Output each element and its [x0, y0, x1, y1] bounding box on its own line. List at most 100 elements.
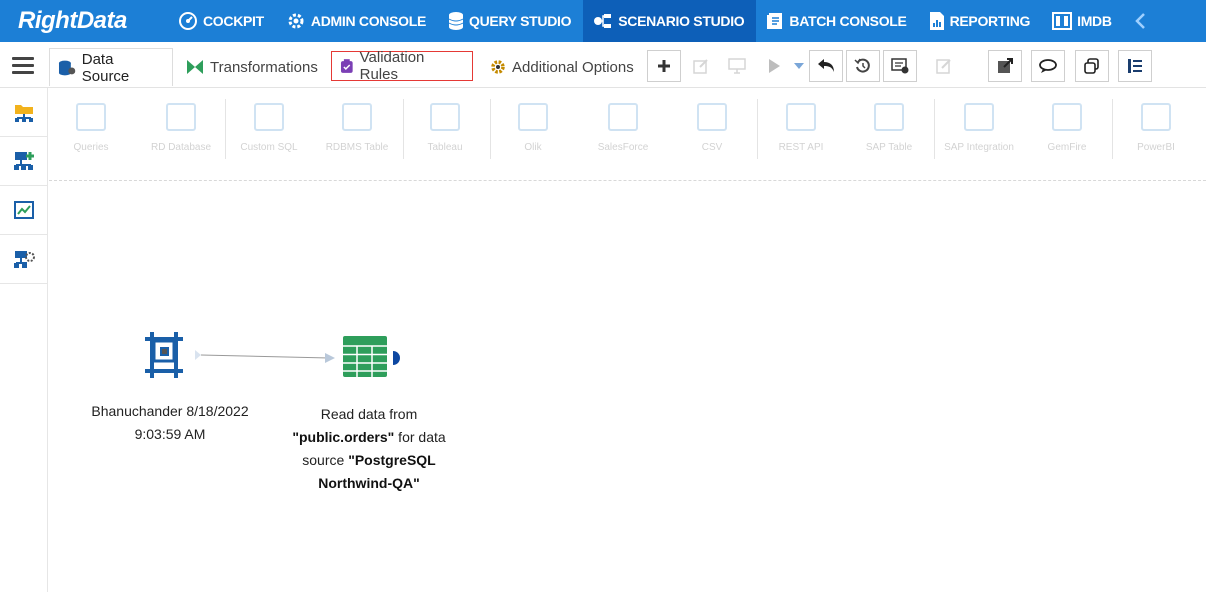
palette-label: Queries: [73, 142, 109, 153]
undo-icon: [818, 59, 834, 72]
monitor-button[interactable]: [720, 50, 754, 82]
rightdata-logo[interactable]: RightData: [0, 0, 168, 42]
schedule-button[interactable]: [883, 50, 917, 82]
palette-item-salesforce[interactable]: SalesForce: [583, 103, 663, 155]
nav-batch-console[interactable]: BATCH CONSOLE: [756, 0, 918, 42]
read-node-text: source: [302, 452, 349, 468]
sidebar-add-scenario-button[interactable]: [0, 137, 47, 186]
scenario-icon: [594, 14, 612, 28]
palette-item-csv[interactable]: CSV: [672, 103, 752, 155]
palette-item-olik[interactable]: Olik: [493, 103, 573, 155]
rdbms-table-icon: [342, 103, 372, 131]
nav-query-studio[interactable]: QUERY STUDIO: [438, 0, 583, 42]
palette-label: RDBMS Table: [325, 142, 389, 153]
nav-collapse-button[interactable]: [1124, 0, 1156, 42]
notes-button[interactable]: [927, 50, 961, 82]
scenario-canvas[interactable]: Bhanuchander 8/18/2022 9:03:59 AM Read d…: [49, 182, 1206, 592]
palette-item-custom-sql[interactable]: Custom SQL: [229, 103, 309, 155]
gemfire-icon: [1052, 103, 1082, 131]
palette-item-rdbms-table[interactable]: RDBMS Table: [317, 103, 397, 155]
palette-item-sap-integration[interactable]: SAP Integration: [939, 103, 1019, 155]
palette-separator: [225, 99, 226, 159]
tab-transformations[interactable]: Transformations: [178, 48, 326, 86]
palette-label: REST API: [778, 142, 824, 153]
nav-batch-console-label: BATCH CONSOLE: [789, 13, 907, 29]
palette-item-rd-database[interactable]: RD Database: [141, 103, 221, 155]
run-options-dropdown[interactable]: [789, 50, 809, 82]
collapse-panel-icon: [1128, 59, 1142, 73]
palette-label: Olik: [524, 142, 542, 153]
run-button[interactable]: [757, 50, 791, 82]
chart-window-icon: [13, 201, 34, 219]
read-node-label: Read data from "public.orders" for data …: [271, 403, 467, 495]
nav-reporting-label: REPORTING: [949, 13, 1031, 29]
palette-label: RD Database: [150, 142, 212, 153]
database-icon: [448, 12, 464, 30]
palette-item-powerbi[interactable]: PowerBI: [1116, 103, 1196, 155]
read-node-label-line2: "public.orders" for data: [271, 426, 467, 449]
salesforce-icon: [608, 103, 638, 131]
connection-line: [200, 354, 330, 359]
palette-item-sap-table[interactable]: SAP Table: [849, 103, 929, 155]
read-node-in-port[interactable]: [325, 353, 335, 363]
nav-imdb-label: IMDB: [1077, 13, 1112, 29]
nav-reporting[interactable]: REPORTING: [919, 0, 1043, 42]
data-source-icon: [58, 60, 76, 75]
start-node-out-port[interactable]: [195, 350, 201, 360]
collapse-panel-button[interactable]: [1118, 50, 1152, 82]
monitor-icon: [728, 58, 746, 74]
undo-button[interactable]: [809, 50, 843, 82]
top-navigation: RightData COCKPIT ADMIN CONSOLE QUERY ST…: [0, 0, 1206, 42]
nav-imdb[interactable]: IMDB: [1042, 0, 1124, 42]
palette-separator: [1112, 99, 1113, 159]
tab-additional-options[interactable]: Additional Options: [482, 48, 642, 86]
history-button[interactable]: [846, 50, 880, 82]
start-node-label-line2: 9:03:59 AM: [134, 426, 206, 442]
settings-tree-icon: [13, 251, 35, 268]
nav-admin-console[interactable]: ADMIN CONSOLE: [276, 0, 438, 42]
batch-icon: [767, 13, 783, 29]
nav-scenario-studio[interactable]: SCENARIO STUDIO: [583, 0, 757, 42]
comments-button[interactable]: [1031, 50, 1065, 82]
menu-toggle-button[interactable]: [12, 57, 34, 75]
nav-admin-console-label: ADMIN CONSOLE: [310, 13, 427, 29]
export-icon: [998, 58, 1013, 73]
read-data-table-icon[interactable]: [343, 336, 387, 377]
palette-item-tableau[interactable]: Tableau: [405, 103, 485, 155]
palette-item-queries[interactable]: Queries: [51, 103, 131, 155]
nav-cockpit-label: COCKPIT: [203, 13, 264, 29]
read-node-text: for data: [394, 429, 446, 445]
start-node-label-line1: Bhanuchander 8/18/2022: [91, 403, 249, 419]
data-source-name: "PostgreSQL: [348, 452, 436, 468]
tab-data-source-label: Data Source: [81, 50, 130, 85]
add-button[interactable]: [647, 50, 681, 82]
report-icon: [929, 12, 944, 30]
palette-label: Custom SQL: [240, 142, 298, 153]
palette-label: SalesForce: [597, 142, 649, 153]
validation-rules-icon: [340, 59, 353, 73]
palette-label: Tableau: [427, 142, 463, 153]
export-button[interactable]: [988, 50, 1022, 82]
notes-icon: [936, 59, 951, 74]
tab-validation-rules[interactable]: Validation Rules: [331, 49, 473, 83]
start-node-icon[interactable]: [145, 332, 183, 378]
sidebar-settings-tree-button[interactable]: [0, 235, 47, 284]
read-node-out-port[interactable]: [393, 351, 400, 365]
plus-icon: [658, 60, 670, 72]
sap-integration-icon: [964, 103, 994, 131]
sidebar-dashboard-button[interactable]: [0, 186, 47, 235]
scenario-toolbar: Data Source Transformations Validation R…: [0, 42, 1206, 88]
palette-item-gemfire[interactable]: GemFire: [1027, 103, 1107, 155]
hamburger-bar: [12, 57, 34, 60]
palette-item-rest-api[interactable]: REST API: [761, 103, 841, 155]
copy-button[interactable]: [1075, 50, 1109, 82]
olik-icon: [518, 103, 548, 131]
palette-label: SAP Integration: [944, 142, 1014, 153]
sidebar-open-folder-button[interactable]: [0, 88, 47, 137]
tab-validation-rules-label: Validation Rules: [359, 49, 425, 83]
edit-button[interactable]: [684, 50, 718, 82]
tab-data-source[interactable]: Data Source: [49, 48, 173, 86]
nav-cockpit[interactable]: COCKPIT: [168, 0, 276, 42]
folder-tree-icon: [14, 105, 33, 122]
tab-transformations-label: Transformations: [210, 58, 318, 76]
